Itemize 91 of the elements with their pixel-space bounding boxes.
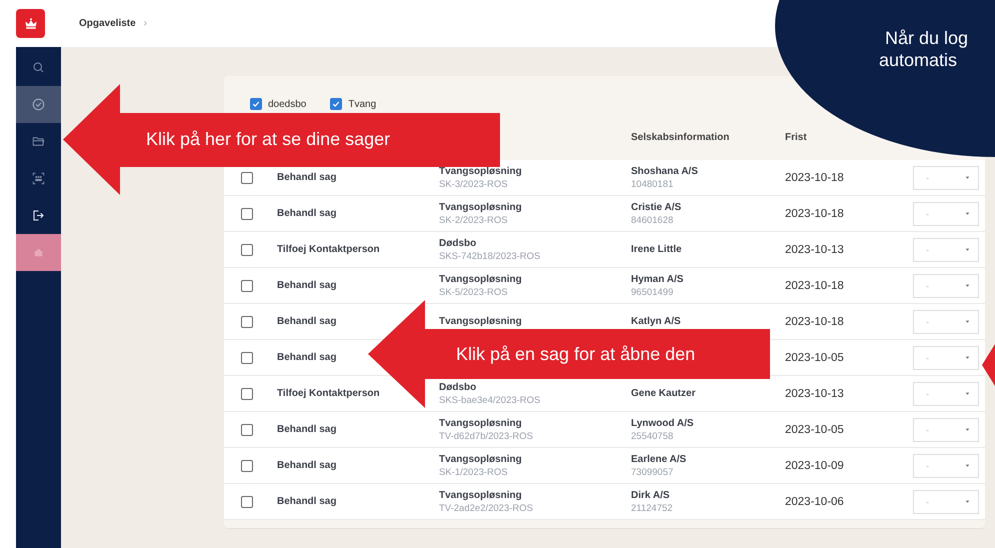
company-number: 21124752 (631, 502, 674, 514)
deadline-date: 2023-10-05 (785, 424, 844, 436)
case-type: Dødsbo (439, 238, 478, 248)
company-name: Dirk A/S (631, 490, 671, 500)
case-type: Tvangsopløsning (439, 316, 523, 327)
callout-banner: Klik på her for at se dine sager (119, 112, 500, 166)
case-number: SK-3/2023-ROS (439, 178, 509, 190)
deadline-date: 2023-10-18 (785, 172, 844, 184)
row-checkbox[interactable] (241, 280, 253, 292)
row-checkbox[interactable] (241, 496, 253, 508)
deadline-date: 2023-10-06 (785, 496, 844, 508)
search-icon (31, 60, 46, 75)
breadcrumb-link[interactable]: Opgaveliste (79, 18, 136, 29)
case-type: Tvangsopløsning (439, 274, 523, 284)
dropdown-value: - (926, 244, 929, 254)
company-name: Earlene A/S (631, 454, 688, 464)
case-number: SKS-742b18/2023-ROS (439, 250, 542, 262)
column-header: Frist (785, 132, 807, 142)
dropdown-value: - (926, 352, 929, 362)
deadline-date: 2023-10-13 (785, 388, 844, 400)
case-type: Tvangsopløsning (439, 490, 523, 500)
people-scan-icon (31, 171, 46, 186)
deadline-date: 2023-10-13 (785, 244, 844, 256)
deadline-date: 2023-10-05 (785, 352, 844, 364)
dropdown-value: - (926, 460, 929, 470)
case-type: Dødsbo (439, 382, 478, 392)
row-checkbox[interactable] (241, 316, 253, 328)
dropdown-value: - (926, 172, 929, 182)
company-number: 73099057 (631, 466, 674, 478)
checkmark-icon (251, 99, 261, 109)
case-number: SK-1/2023-ROS (439, 466, 509, 478)
task-link[interactable]: Behandl sag (277, 280, 336, 291)
task-link[interactable]: Behandl sag (277, 496, 336, 507)
case-type: Tvangsopløsning (439, 166, 523, 176)
case-number: TV-2ad2e2/2023-ROS (439, 502, 534, 514)
task-link[interactable]: Behandl sag (277, 424, 336, 435)
case-type: Tvangsopløsning (439, 202, 523, 212)
deadline-date: 2023-10-18 (785, 208, 844, 220)
row-checkbox[interactable] (241, 352, 253, 364)
company-name: Shoshana A/S (631, 166, 699, 176)
callout-text: Når du log (885, 27, 968, 49)
filter-checkbox[interactable] (330, 98, 342, 110)
company-name: Cristie A/S (631, 202, 682, 212)
callout-text: automatis (879, 49, 958, 71)
callout-banner: Klik på en sag for at åbne den (424, 329, 770, 379)
task-link[interactable]: Behandl sag (277, 208, 336, 219)
case-number: TV-d62d7b/2023-ROS (439, 430, 534, 442)
deadline-date: 2023-10-18 (785, 280, 844, 292)
company-name: Irene Little (631, 244, 683, 255)
task-link[interactable]: Behandl sag (277, 172, 336, 183)
company-number: 10480181 (631, 178, 674, 190)
task-link[interactable]: Tilfoej Kontaktperson (277, 244, 380, 255)
dropdown-value: - (926, 424, 929, 434)
filter-checkbox[interactable] (250, 98, 262, 110)
row-checkbox[interactable] (241, 424, 253, 436)
company-name: Hyman A/S (631, 274, 684, 284)
case-number: SK-2/2023-ROS (439, 214, 509, 226)
row-checkbox[interactable] (241, 244, 253, 256)
dropdown-value: - (926, 316, 929, 326)
breadcrumb-separator: › (144, 18, 148, 29)
case-type: Tvangsopløsning (439, 418, 523, 428)
case-number: SK-5/2023-ROS (439, 286, 509, 298)
task-link[interactable]: Behandl sag (277, 352, 336, 363)
task-link[interactable]: Behandl sag (277, 316, 336, 327)
row-checkbox[interactable] (241, 460, 253, 472)
checkmark-icon (331, 99, 342, 109)
deadline-date: 2023-10-09 (785, 460, 844, 472)
row-checkbox[interactable] (241, 208, 253, 220)
task-link[interactable]: Tilfoej Kontaktperson (277, 388, 380, 399)
company-name: Gene Kautzer (631, 388, 696, 399)
crown-icon (22, 16, 38, 32)
dropdown-value: - (926, 280, 929, 290)
company-number: 96501499 (631, 286, 674, 298)
check-circle-icon (31, 97, 46, 112)
company-name: Katlyn A/S (631, 316, 682, 327)
company-number: 84601628 (631, 214, 674, 226)
filter-label: doedsbo (268, 98, 306, 110)
logout-icon (31, 208, 46, 223)
task-link[interactable]: Behandl sag (277, 460, 336, 471)
filter-label: Tvang (348, 98, 376, 110)
dropdown-value: - (926, 208, 929, 218)
column-header: Selskabsinformation (631, 132, 730, 142)
company-number: 25540758 (631, 430, 674, 442)
dropdown-value: - (926, 496, 929, 506)
row-checkbox[interactable] (241, 172, 253, 184)
case-number: SKS-bae3e4/2023-ROS (439, 394, 542, 406)
dropdown-value: - (926, 388, 929, 398)
company-name: Lynwood A/S (631, 418, 695, 428)
deadline-date: 2023-10-18 (785, 316, 844, 328)
row-checkbox[interactable] (241, 388, 253, 400)
case-type: Tvangsopløsning (439, 454, 523, 464)
